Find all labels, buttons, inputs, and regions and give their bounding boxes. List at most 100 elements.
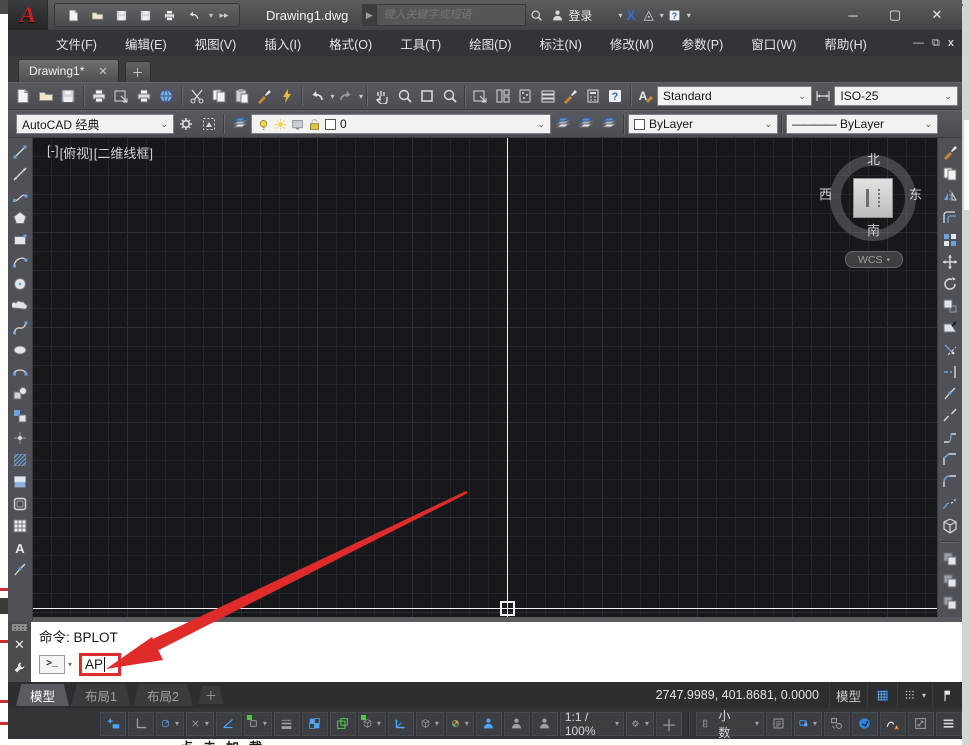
chevron-down-icon[interactable]: ▾ xyxy=(435,719,439,728)
undo-dropdown-icon[interactable]: ▾ xyxy=(209,11,213,20)
plot-icon[interactable] xyxy=(159,5,179,25)
gradient-icon[interactable] xyxy=(10,472,31,491)
spline-icon[interactable] xyxy=(10,318,31,337)
performance-monitor-icon[interactable] xyxy=(879,711,906,736)
publish-icon[interactable] xyxy=(133,85,156,108)
grid-display-toggle[interactable] xyxy=(866,682,897,708)
create-block-icon[interactable] xyxy=(10,406,31,425)
chevron-down-icon[interactable]: ▾ xyxy=(813,719,817,728)
customize-wrench-icon[interactable] xyxy=(11,659,29,675)
open-icon[interactable] xyxy=(87,5,107,25)
layer-previous-icon[interactable] xyxy=(574,113,597,136)
annotation-scale-button[interactable]: 1:1 / 100% ▾ xyxy=(559,710,625,738)
linetype-combo[interactable]: ———— ByLayer ⌄ xyxy=(786,114,938,134)
match-properties-icon[interactable] xyxy=(253,85,276,108)
sheet-set-manager-icon[interactable] xyxy=(537,85,560,108)
erase-icon[interactable] xyxy=(940,142,961,161)
new-layout-button[interactable]: ＋ xyxy=(198,686,223,704)
clean-screen-toggle[interactable] xyxy=(907,711,934,736)
object-snap-tracking-toggle[interactable] xyxy=(215,711,242,736)
command-input[interactable]: AP xyxy=(85,657,103,672)
undo-icon[interactable] xyxy=(183,5,203,25)
redo-dropdown-icon[interactable]: ▾ xyxy=(359,92,363,101)
move-icon[interactable] xyxy=(940,252,961,271)
polyline-icon[interactable] xyxy=(10,186,31,205)
wcs-dropdown[interactable]: WCS ▾ xyxy=(845,251,903,268)
menu-tools[interactable]: 工具(T) xyxy=(400,34,441,53)
polygon-icon[interactable] xyxy=(10,208,31,227)
search-input[interactable] xyxy=(376,4,527,26)
chevron-down-icon[interactable]: ⌄ xyxy=(944,91,952,102)
transparency-toggle[interactable] xyxy=(301,711,328,736)
infer-constraints-toggle[interactable] xyxy=(100,711,126,736)
viewport-view-control[interactable]: [俯视] xyxy=(60,143,93,162)
insert-block-icon[interactable] xyxy=(10,384,31,403)
line-icon[interactable] xyxy=(10,142,31,161)
web-publish-icon[interactable] xyxy=(155,85,178,108)
pan-icon[interactable] xyxy=(371,85,394,108)
hatch-icon[interactable] xyxy=(10,450,31,469)
chevron-down-icon[interactable]: ▾ xyxy=(205,719,209,728)
point-style-icon[interactable] xyxy=(10,560,31,579)
layer-properties-icon[interactable] xyxy=(228,113,251,136)
workspace-settings-icon[interactable] xyxy=(174,113,197,136)
ellipse-icon[interactable] xyxy=(10,340,31,359)
help-icon[interactable] xyxy=(664,4,685,26)
layer-combo[interactable]: 0 ⌄ xyxy=(251,114,551,134)
model-space-toggle[interactable]: 模型 xyxy=(828,682,867,708)
explode-icon[interactable] xyxy=(940,516,961,535)
layer-states-icon[interactable] xyxy=(597,113,620,136)
stretch-icon[interactable] xyxy=(940,318,961,337)
copy-object-icon[interactable] xyxy=(940,164,961,183)
object-snap-toggle[interactable]: ▾ xyxy=(243,711,272,736)
doc-close-button[interactable]: x xyxy=(948,37,954,50)
paste-icon[interactable] xyxy=(231,85,254,108)
drawing-canvas[interactable]: [-] [俯视] [二维线框] 北 南 西 东 WCS ▾ xyxy=(33,138,937,617)
menu-parametric[interactable]: 参数(P) xyxy=(682,34,724,53)
menu-view[interactable]: 视图(V) xyxy=(195,34,237,53)
layer-on-icon[interactable] xyxy=(257,118,270,131)
search-expand-icon[interactable]: ▶ xyxy=(362,4,377,26)
snap-mode-toggle[interactable]: ▾ xyxy=(896,682,932,708)
compass-north-label[interactable]: 北 xyxy=(867,149,880,168)
multiline-text-icon[interactable] xyxy=(10,538,31,557)
plot-icon[interactable] xyxy=(88,85,111,108)
user-icon[interactable] xyxy=(547,4,568,26)
quick-select-icon[interactable] xyxy=(276,85,299,108)
properties-palette-icon[interactable] xyxy=(469,85,492,108)
chevron-down-icon[interactable]: ⌄ xyxy=(537,119,545,130)
menu-edit[interactable]: 编辑(E) xyxy=(125,34,167,53)
status-customize-plus-button[interactable]: ＋ xyxy=(655,711,682,736)
tool-palettes-icon[interactable] xyxy=(514,85,537,108)
maximize-button[interactable]: ▢ xyxy=(874,3,916,27)
menu-help[interactable]: 帮助(H) xyxy=(824,34,866,53)
make-object-layer-current-icon[interactable] xyxy=(551,113,574,136)
layer-color-swatch[interactable] xyxy=(325,118,336,130)
help-dropdown-icon[interactable]: ▾ xyxy=(687,11,691,20)
layer-lock-icon[interactable] xyxy=(308,118,321,131)
dynamic-ucs-toggle[interactable] xyxy=(387,711,414,736)
chevron-down-icon[interactable]: ⌄ xyxy=(160,119,168,130)
tab-layout1[interactable]: 布局1 xyxy=(71,684,131,706)
hardware-acceleration-toggle[interactable] xyxy=(851,711,878,736)
bring-above-objects-icon[interactable] xyxy=(940,593,961,612)
break-at-point-icon[interactable] xyxy=(940,384,961,403)
exchange-icon[interactable]: X xyxy=(622,4,639,26)
menu-window[interactable]: 窗口(W) xyxy=(751,34,796,53)
chevron-down-icon[interactable]: ▾ xyxy=(755,719,759,728)
ellipse-arc-icon[interactable] xyxy=(10,362,31,381)
menu-modify[interactable]: 修改(M) xyxy=(610,34,654,53)
quick-properties-toggle[interactable] xyxy=(765,711,792,736)
fillet-icon[interactable] xyxy=(940,472,961,491)
menu-format[interactable]: 格式(O) xyxy=(329,34,372,53)
layer-freeze-icon[interactable] xyxy=(274,118,287,131)
compass-south-label[interactable]: 南 xyxy=(867,220,880,239)
zoom-realtime-icon[interactable] xyxy=(394,85,417,108)
menu-draw[interactable]: 绘图(D) xyxy=(469,34,511,53)
rotate-icon[interactable] xyxy=(940,274,961,293)
chevron-down-icon[interactable]: ⌄ xyxy=(798,91,806,102)
break-icon[interactable] xyxy=(940,406,961,425)
status-settings-gear-icon[interactable]: ▾ xyxy=(626,711,654,736)
offset-icon[interactable] xyxy=(940,208,961,227)
chevron-down-icon[interactable]: ⌄ xyxy=(764,119,772,130)
